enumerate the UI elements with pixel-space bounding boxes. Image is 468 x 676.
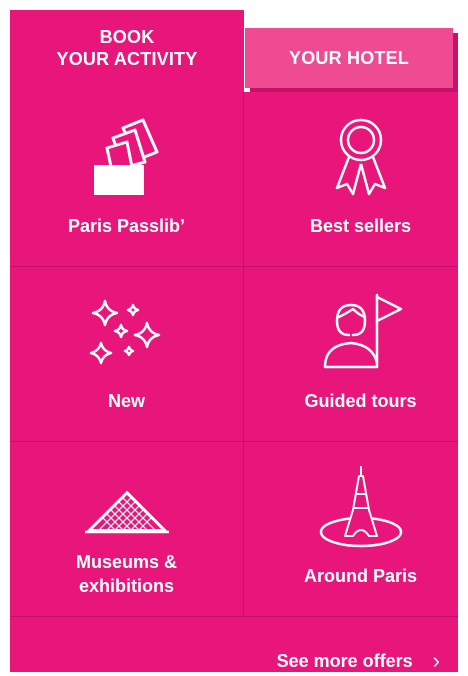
- grid-item-label: Paris Passlib’: [67, 216, 186, 236]
- grid-item-paris-passlib[interactable]: Paris Passlib’: [10, 92, 243, 266]
- grid-item-label: Best sellers: [309, 216, 412, 236]
- grid-item-label: Guided tours: [304, 391, 417, 411]
- grid-item-label: New: [107, 391, 145, 411]
- grid-divider-horizontal: [10, 266, 458, 267]
- grid-divider-vertical: [243, 92, 244, 616]
- louvre-pyramid-icon: [84, 490, 169, 534]
- tab-your-hotel[interactable]: YOUR HOTEL: [245, 28, 453, 88]
- tab-book-your-activity-label: BOOK YOUR ACTIVITY: [56, 27, 198, 69]
- guide-flag-icon: [323, 293, 402, 369]
- sparkles-icon: [89, 299, 160, 365]
- grid-divider-horizontal: [10, 441, 458, 442]
- tickets-icon: [93, 118, 158, 195]
- activity-grid: Paris Passlib’ Best sellers New Guided t…: [10, 92, 458, 673]
- tab-your-hotel-label: YOUR HOTEL: [288, 47, 409, 68]
- grid-item-label: Museums & exhibitions: [75, 552, 178, 596]
- grid-item-guided-tours[interactable]: Guided tours: [244, 267, 468, 441]
- grid-item-label: Around Paris: [303, 566, 418, 586]
- grid-divider-horizontal: [10, 616, 458, 617]
- grid-item-around-paris[interactable]: Around Paris: [244, 442, 468, 616]
- see-more-offers-link[interactable]: See more offers ›: [277, 646, 440, 676]
- activity-widget: BOOK YOUR ACTIVITY YOUR HOTEL Paris Pass…: [10, 10, 458, 673]
- see-more-offers-label: See more offers: [276, 650, 413, 671]
- chevron-right-icon: ›: [432, 648, 440, 673]
- award-ribbon-icon: [335, 118, 386, 196]
- eiffel-tower-icon: [319, 466, 402, 548]
- grid-item-museums-exhibitions[interactable]: Museums & exhibitions: [10, 442, 243, 616]
- grid-item-new[interactable]: New: [10, 267, 243, 441]
- grid-item-best-sellers[interactable]: Best sellers: [244, 92, 468, 266]
